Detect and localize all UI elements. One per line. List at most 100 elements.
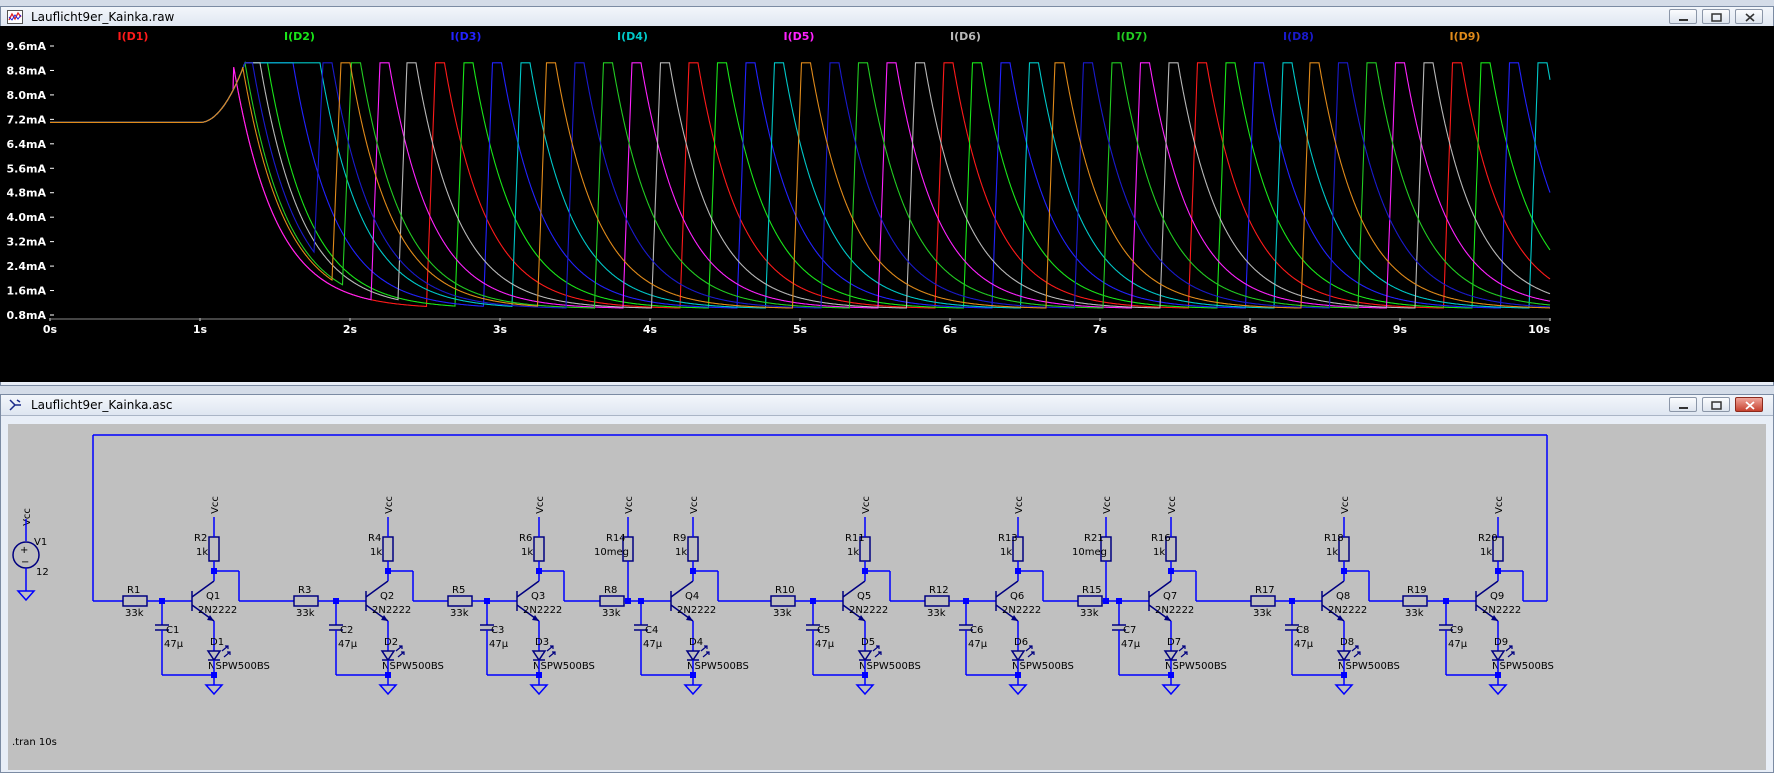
resistor-value: 10meg [594, 547, 629, 558]
close-icon [1745, 401, 1755, 410]
led-name: D9 [1494, 637, 1508, 648]
plot-titlebar[interactable]: Lauflicht9er_Kainka.raw [1, 7, 1773, 28]
stage-7: R15 33k C7 47µ Q7 2N2222 R16 1k Vcc R21 10meg Vcc D7… [1048, 496, 1227, 696]
transistor-model: 2N2222 [523, 605, 562, 616]
legend-entry: I(D3) [451, 30, 482, 43]
y-tick-label: 6.4mA [7, 138, 47, 151]
ground-symbol [1008, 684, 1028, 696]
resistor-r17 [1250, 595, 1276, 607]
resistor-name: R1 [127, 585, 140, 596]
resistor-name: R19 [1407, 585, 1427, 596]
resistor-value: 33k [927, 608, 946, 619]
resistor-name: R8 [604, 585, 617, 596]
resistor-name: R13 [998, 533, 1018, 544]
ground-symbol [378, 684, 398, 696]
legend-entry: I(D4) [617, 30, 648, 43]
junction-dot [625, 598, 631, 604]
vcc-label: Vcc [689, 496, 700, 514]
y-tick-label: 7.2mA [7, 113, 47, 126]
minus-sign: − [21, 557, 29, 568]
resistor-name: R15 [1082, 585, 1102, 596]
transistor-name: Q8 [1336, 591, 1350, 602]
x-tick-label: 10s [1528, 323, 1550, 336]
vcc-label: Vcc [22, 508, 33, 526]
restore-button[interactable] [1702, 397, 1730, 412]
y-tick-label: 5.6mA [7, 162, 47, 175]
resistor-name: R16 [1151, 533, 1171, 544]
vcc-label: Vcc [1494, 496, 1505, 514]
schematic-titlebar[interactable]: Lauflicht9er_Kainka.asc [1, 395, 1773, 416]
led-d7 [1163, 650, 1179, 662]
vcc-label: Vcc [1014, 496, 1025, 514]
schematic-icon [9, 399, 21, 411]
voltage-source-v1: Vcc +−V1 12 [12, 508, 49, 602]
transistor-model: 2N2222 [1482, 605, 1521, 616]
resistor-r2 [208, 536, 220, 562]
source-name: V1 [34, 537, 47, 548]
led-model: NSPW500BS [382, 661, 444, 672]
resistor-value: 1k [370, 547, 382, 558]
restore-button[interactable] [1702, 9, 1730, 24]
schematic-canvas[interactable]: Vcc +−V1 12 .tran 10s R1 33k C1 47µ Q1 2N2222 R2 1k… [8, 424, 1766, 770]
vcc-label: Vcc [535, 496, 546, 514]
stage-8: R17 33k C8 47µ Q8 2N2222 R18 1k Vcc D8 NSPW500BS [1221, 496, 1400, 696]
minimize-button[interactable] [1669, 9, 1697, 24]
resistor-name: R3 [298, 585, 311, 596]
led-model: NSPW500BS [1012, 661, 1074, 672]
ground-symbol [1488, 684, 1508, 696]
ground-symbol [204, 684, 224, 696]
vcc-label: Vcc [1340, 496, 1351, 514]
resistor-r4 [382, 536, 394, 562]
close-button[interactable] [1735, 397, 1763, 412]
ground-symbol [16, 590, 36, 602]
close-button[interactable] [1735, 9, 1763, 24]
resistor-r12 [924, 595, 950, 607]
resistor-value: 33k [125, 608, 144, 619]
schematic-window-title: Lauflicht9er_Kainka.asc [31, 398, 173, 412]
transistor-model: 2N2222 [849, 605, 888, 616]
stage-3: R5 33k C3 47µ Q3 2N2222 R6 1k Vcc D3 NSPW500BS [418, 496, 595, 696]
x-tick-label: 0s [43, 323, 58, 336]
legend-entry: I(D1) [118, 30, 149, 43]
resistor-value: 1k [1153, 547, 1165, 558]
led-name: D6 [1014, 637, 1028, 648]
x-tick-label: 7s [1093, 323, 1108, 336]
vcc-label: Vcc [861, 496, 872, 514]
led-model: NSPW500BS [1338, 661, 1400, 672]
resistor-name: R6 [519, 533, 532, 544]
ground-symbol [683, 684, 703, 696]
resistor-name: R18 [1324, 533, 1344, 544]
led-model: NSPW500BS [533, 661, 595, 672]
ground-symbol [529, 684, 549, 696]
capacitor-name: C2 [340, 625, 353, 636]
vcc-label: Vcc [210, 496, 221, 514]
transistor-name: Q5 [857, 591, 871, 602]
legend-entry: I(D5) [784, 30, 815, 43]
y-tick-label: 1.6mA [7, 285, 47, 298]
legend-entry: I(D8) [1283, 30, 1314, 43]
plot-window-title: Lauflicht9er_Kainka.raw [31, 10, 175, 24]
led-name: D8 [1340, 637, 1354, 648]
capacitor-name: C5 [817, 625, 830, 636]
resistor-value: 33k [602, 608, 621, 619]
capacitor-name: C4 [645, 625, 658, 636]
capacitor-value: 47µ [1121, 639, 1141, 650]
minimize-button[interactable] [1669, 397, 1697, 412]
x-tick-label: 2s [343, 323, 358, 336]
led-name: D1 [210, 637, 224, 648]
y-tick-label: 9.6mA [7, 40, 47, 53]
vcc-label: Vcc [1167, 496, 1178, 514]
resistor-r5 [447, 595, 473, 607]
led-name: D2 [384, 637, 398, 648]
waveform-plot[interactable]: 9.6mA 8.8mA 8.0mA 7.2mA 6.4mA 5.6mA 4.8mA 4.0mA… [0, 26, 1774, 382]
led-model: NSPW500BS [1492, 661, 1554, 672]
resistor-value: 33k [773, 608, 792, 619]
transistor-name: Q2 [380, 591, 394, 602]
restore-icon [1711, 401, 1722, 410]
capacitor-value: 47µ [338, 639, 358, 650]
capacitor-value: 47µ [1448, 639, 1468, 650]
stage-5: R10 33k C5 47µ Q5 2N2222 R11 1k Vcc D5 NSPW500BS [741, 496, 921, 696]
resistor-value: 33k [450, 608, 469, 619]
restore-icon [1711, 13, 1722, 22]
stage-1: R1 33k C1 47µ Q1 2N2222 R2 1k Vcc D1 NSPW500BS [93, 496, 270, 696]
